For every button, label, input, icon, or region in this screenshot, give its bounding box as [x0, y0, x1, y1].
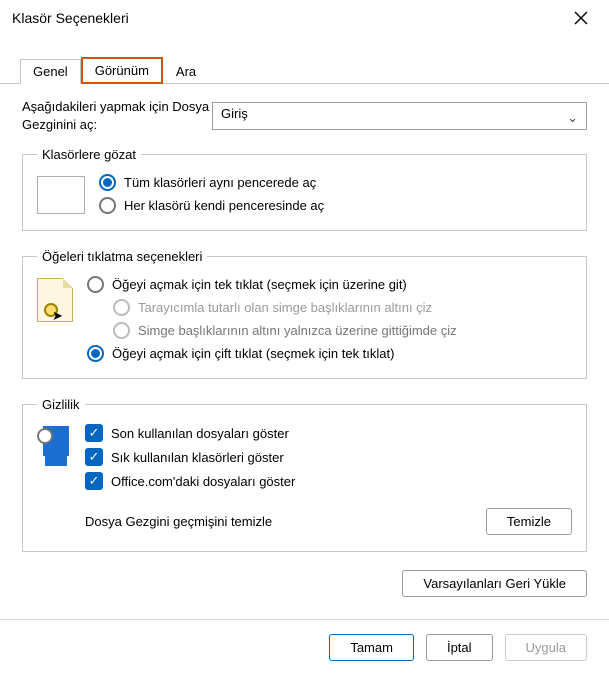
titlebar: Klasör Seçenekleri: [0, 0, 609, 36]
radio-icon: [113, 299, 130, 316]
browse-legend: Klasörlere gözat: [37, 147, 141, 162]
open-explorer-select[interactable]: Giriş ⌄: [212, 102, 587, 130]
tab-content: Aşağıdakileri yapmak için Dosya Gezginin…: [0, 84, 609, 619]
privacy-legend: Gizlilik: [37, 397, 85, 412]
close-button[interactable]: [565, 2, 597, 34]
cancel-button[interactable]: İptal: [426, 634, 493, 661]
click-double-label: Öğeyi açmak için çift tıklat (seçmek içi…: [112, 346, 394, 361]
ok-button[interactable]: Tamam: [329, 634, 414, 661]
close-icon: [574, 11, 588, 25]
checkbox-checked-icon: ✓: [85, 448, 103, 466]
privacy-group: Gizlilik ✓ Son kullanılan dosyaları göst…: [22, 397, 587, 552]
privacy-office-label: Office.com'daki dosyaları göster: [111, 474, 295, 489]
tab-general[interactable]: Genel: [20, 59, 81, 84]
window-title: Klasör Seçenekleri: [12, 10, 129, 26]
tab-search[interactable]: Ara: [163, 59, 209, 84]
click-single-option[interactable]: Öğeyi açmak için tek tıklat (seçmek için…: [87, 276, 457, 293]
privacy-freq-folders-label: Sık kullanılan klasörleri göster: [111, 450, 284, 465]
apply-button: Uygula: [505, 634, 587, 661]
privacy-recent-files-label: Son kullanılan dosyaları göster: [111, 426, 289, 441]
privacy-clear-label: Dosya Gezgini geçmişini temizle: [85, 514, 272, 529]
click-single-sub1-option: Tarayıcımla tutarlı olan simge başlıklar…: [113, 299, 457, 316]
window-icon: [37, 176, 85, 214]
click-single-sub1-label: Tarayıcımla tutarlı olan simge başlıklar…: [138, 300, 432, 315]
privacy-icon: [37, 426, 71, 466]
click-single-label: Öğeyi açmak için tek tıklat (seçmek için…: [112, 277, 407, 292]
browse-same-option[interactable]: Tüm klasörleri aynı pencerede aç: [99, 174, 324, 191]
open-explorer-value: Giriş: [221, 106, 248, 121]
click-double-option[interactable]: Öğeyi açmak için çift tıklat (seçmek içi…: [87, 345, 457, 362]
tab-bar: Genel Görünüm Ara: [0, 56, 609, 84]
privacy-clear-row: Dosya Gezgini geçmişini temizle Temizle: [85, 508, 572, 535]
privacy-recent-files-option[interactable]: ✓ Son kullanılan dosyaları göster: [85, 424, 572, 442]
restore-row: Varsayılanları Geri Yükle: [22, 570, 587, 597]
browse-same-label: Tüm klasörleri aynı pencerede aç: [124, 175, 316, 190]
clear-button[interactable]: Temizle: [486, 508, 572, 535]
radio-icon: [99, 197, 116, 214]
tab-view[interactable]: Görünüm: [81, 57, 163, 84]
checkbox-checked-icon: ✓: [85, 472, 103, 490]
open-explorer-row: Aşağıdakileri yapmak için Dosya Gezginin…: [22, 98, 587, 133]
click-single-sub2-label: Simge başlıklarının altını yalnızca üzer…: [138, 323, 457, 338]
privacy-freq-folders-option[interactable]: ✓ Sık kullanılan klasörleri göster: [85, 448, 572, 466]
radio-icon: [87, 345, 104, 362]
click-group: Öğeleri tıklatma seçenekleri ➤ Öğeyi açm…: [22, 249, 587, 379]
click-legend: Öğeleri tıklatma seçenekleri: [37, 249, 207, 264]
radio-icon: [99, 174, 116, 191]
chevron-down-icon: ⌄: [567, 110, 578, 126]
privacy-office-option[interactable]: ✓ Office.com'daki dosyaları göster: [85, 472, 572, 490]
browse-group: Klasörlere gözat Tüm klasörleri aynı pen…: [22, 147, 587, 231]
radio-icon: [113, 322, 130, 339]
restore-defaults-button[interactable]: Varsayılanları Geri Yükle: [402, 570, 587, 597]
browse-own-label: Her klasörü kendi penceresinde aç: [124, 198, 324, 213]
browse-own-option[interactable]: Her klasörü kendi penceresinde aç: [99, 197, 324, 214]
checkbox-checked-icon: ✓: [85, 424, 103, 442]
page-click-icon: ➤: [37, 278, 73, 322]
radio-icon: [87, 276, 104, 293]
open-explorer-label: Aşağıdakileri yapmak için Dosya Gezginin…: [22, 98, 212, 133]
click-single-sub2-option: Simge başlıklarının altını yalnızca üzer…: [113, 322, 457, 339]
dialog-buttons: Tamam İptal Uygula: [0, 619, 609, 675]
